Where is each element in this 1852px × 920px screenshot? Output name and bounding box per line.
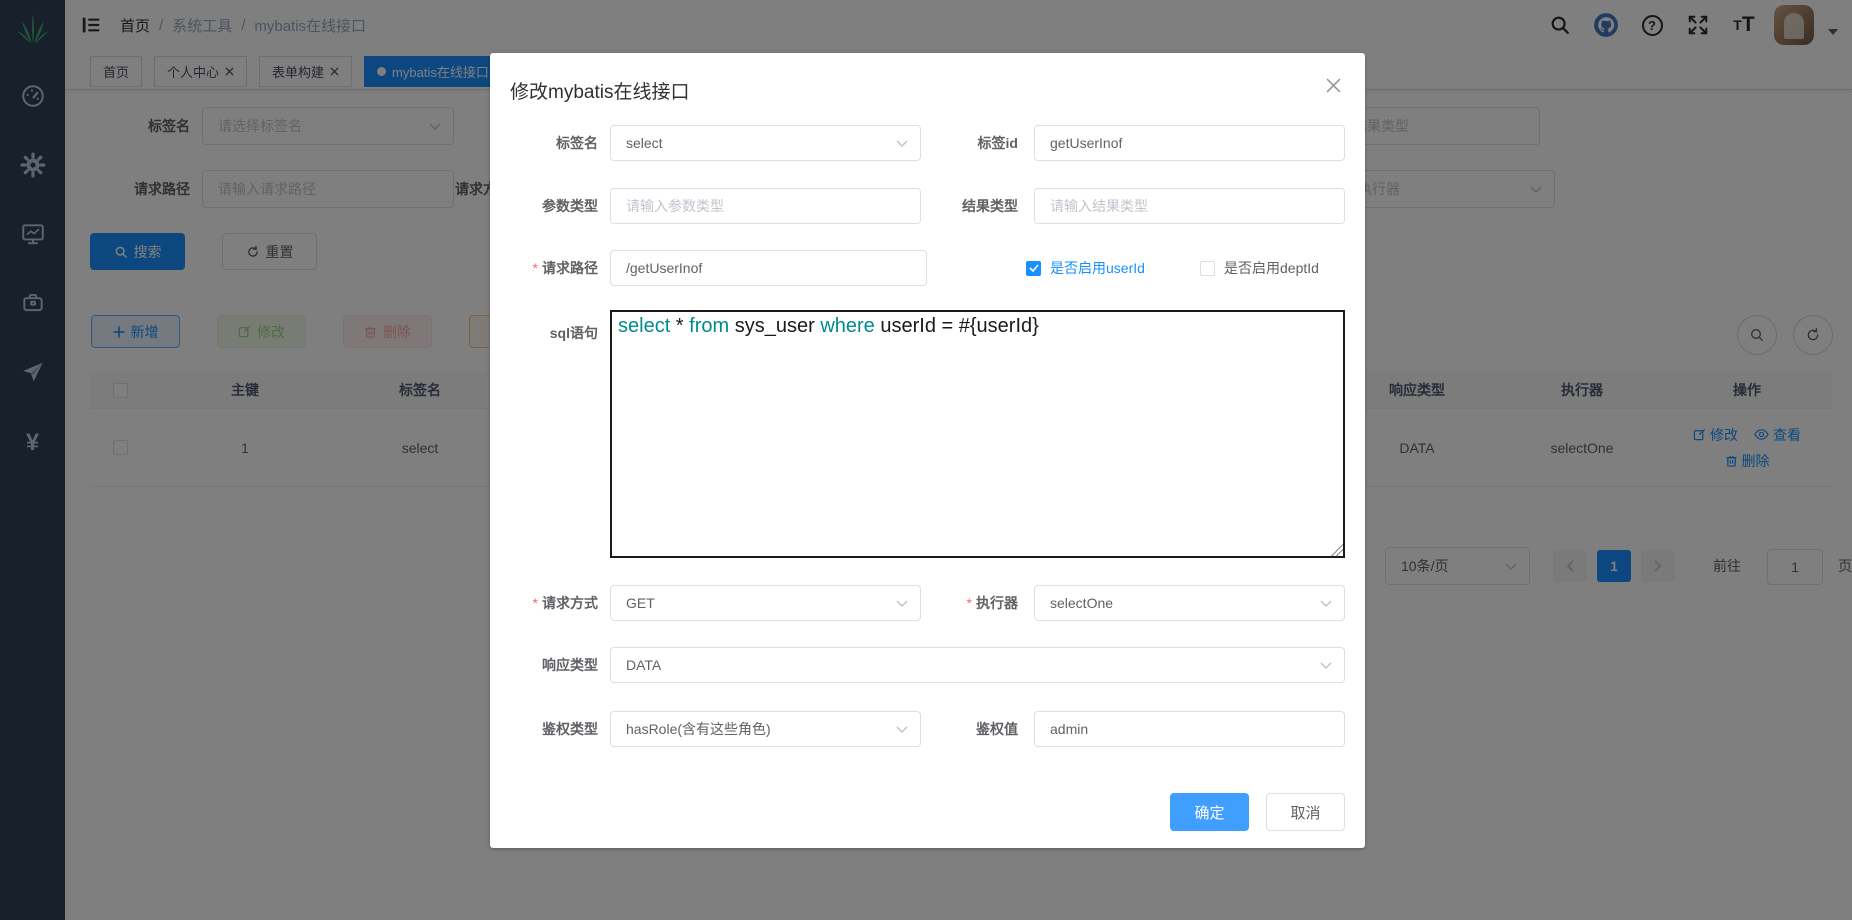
userid-checkbox-wrap[interactable]: 是否启用userId (1026, 250, 1145, 286)
dlg-tag-name-label: 标签名 (490, 125, 598, 161)
deptid-checkbox-wrap[interactable]: 是否启用deptId (1200, 250, 1319, 286)
confirm-button[interactable]: 确定 (1170, 793, 1249, 831)
dlg-auth-value-input[interactable] (1034, 711, 1345, 747)
dlg-auth-type-label: 鉴权类型 (490, 711, 598, 747)
required-mark: * (533, 595, 538, 611)
close-icon (1326, 78, 1341, 93)
sql-text: userId = #{userId} (875, 315, 1039, 337)
dlg-method-label: *请求方式 (490, 585, 598, 621)
dlg-method-select[interactable]: GET (610, 585, 921, 621)
dlg-result-type-input[interactable] (1034, 188, 1345, 224)
dialog-close-button[interactable] (1321, 73, 1345, 97)
dlg-param-type-input[interactable] (610, 188, 921, 224)
dlg-sql-label: sql语句 (490, 315, 598, 351)
dlg-auth-value-label: 鉴权值 (914, 711, 1018, 747)
dlg-tag-id-input[interactable] (1034, 125, 1345, 161)
dlg-tag-name-value: select (626, 135, 663, 151)
dlg-response-label: 响应类型 (490, 647, 598, 683)
sql-keyword: from (689, 315, 729, 337)
dlg-auth-type-value: hasRole(含有这些角色) (626, 719, 771, 739)
sql-keyword: where (820, 315, 874, 337)
edit-mybatis-dialog: 修改mybatis在线接口 标签名 select 标签id 参数类型 结果类型 … (490, 53, 1365, 848)
dlg-method-value: GET (626, 595, 655, 611)
dlg-path-input[interactable] (610, 250, 927, 286)
dlg-response-value: DATA (626, 657, 661, 673)
userid-checkbox-label: 是否启用userId (1050, 258, 1145, 278)
dlg-tag-name-select[interactable]: select (610, 125, 921, 161)
sql-text: sys_user (729, 315, 820, 337)
dlg-auth-type-select[interactable]: hasRole(含有这些角色) (610, 711, 921, 747)
dlg-executor-label-text: 执行器 (976, 595, 1018, 611)
dlg-param-type-label: 参数类型 (490, 188, 598, 224)
dlg-path-label-text: 请求路径 (542, 260, 598, 276)
textarea-resize-handle[interactable] (1331, 544, 1343, 556)
dlg-executor-select[interactable]: selectOne (1034, 585, 1345, 621)
sql-keyword: select (618, 315, 670, 337)
app-root: ¥ 首页 / 系统工具 / mybatis在线接口 (0, 0, 1852, 920)
dlg-result-type-label: 结果类型 (914, 188, 1018, 224)
deptid-checkbox[interactable] (1200, 261, 1215, 276)
dlg-executor-label: *执行器 (914, 585, 1018, 621)
required-mark: * (967, 595, 972, 611)
dlg-executor-value: selectOne (1050, 595, 1113, 611)
required-mark: * (533, 260, 538, 276)
deptid-checkbox-label: 是否启用deptId (1224, 258, 1319, 278)
sql-text: * (670, 315, 689, 337)
dlg-path-label: *请求路径 (490, 250, 598, 286)
dlg-method-label-text: 请求方式 (542, 595, 598, 611)
userid-checkbox[interactable] (1026, 261, 1041, 276)
check-icon (1029, 264, 1039, 272)
dialog-title: 修改mybatis在线接口 (510, 77, 689, 104)
sql-editor[interactable]: select * from sys_user where userId = #{… (610, 310, 1345, 558)
dlg-response-select[interactable]: DATA (610, 647, 1345, 683)
dlg-tag-id-label: 标签id (914, 125, 1018, 161)
cancel-button[interactable]: 取消 (1266, 793, 1345, 831)
